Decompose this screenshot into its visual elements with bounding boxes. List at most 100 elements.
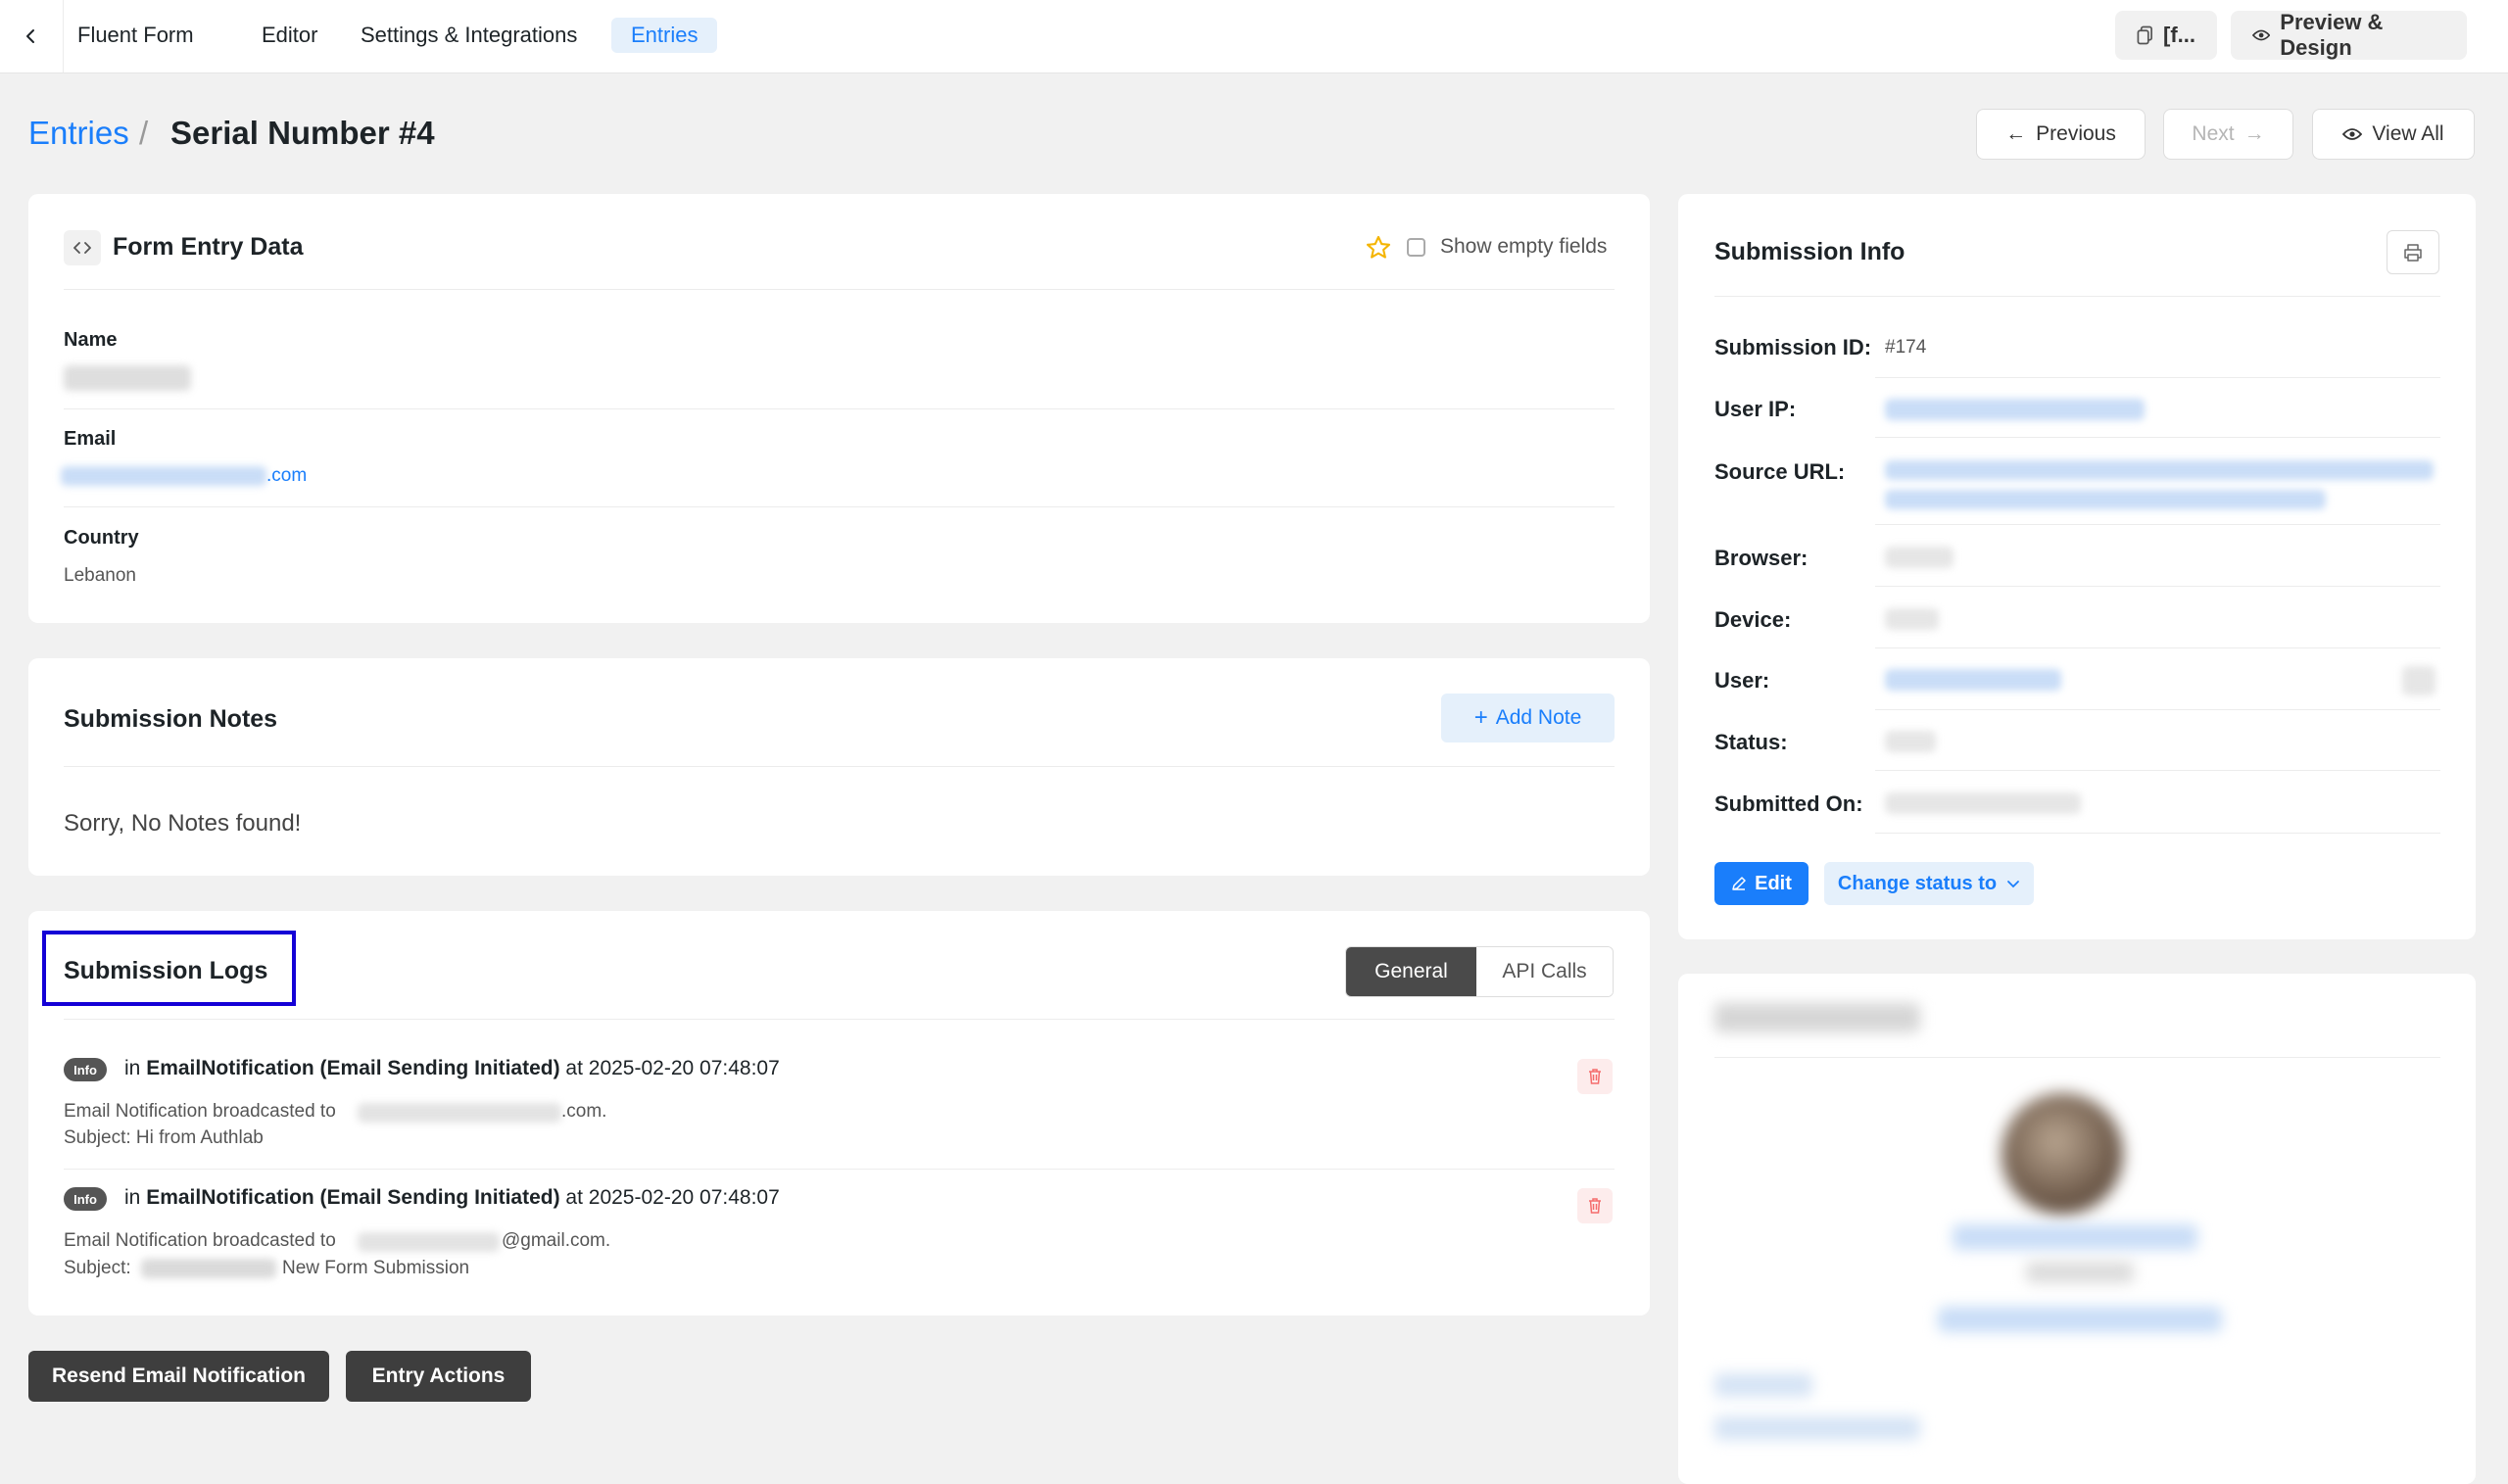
app-title: Fluent Form [77, 23, 194, 47]
divider [64, 289, 1615, 290]
log-timestamp: at 2025-02-20 07:48:07 [565, 1057, 780, 1079]
breadcrumb-separator: / [139, 115, 149, 151]
recipient-redacted [358, 1103, 561, 1123]
submitter-links-redacted[interactable] [1938, 1307, 2222, 1332]
log-prefix: in [124, 1186, 141, 1209]
trash-icon [1589, 1069, 1601, 1084]
submitter-meta-redacted[interactable] [1714, 1373, 1812, 1397]
user-ip-redacted[interactable] [1885, 399, 2145, 420]
submission-logs-title: Submission Logs [64, 957, 268, 984]
divider [1875, 437, 2440, 438]
change-status-dropdown[interactable]: Change status to [1824, 862, 2034, 905]
divider [64, 506, 1615, 507]
divider [1875, 524, 2440, 525]
divider [1875, 647, 2440, 648]
email-value-redacted [61, 466, 266, 486]
submitter-role-redacted [2026, 1262, 2134, 1283]
source-url-redacted[interactable] [1885, 460, 2434, 480]
log-subject: Subject: Hi from Authlab [64, 1127, 264, 1148]
eye-icon [2342, 128, 2363, 140]
chevron-down-icon [2007, 881, 2020, 888]
user-action-redacted[interactable] [2402, 666, 2436, 695]
code-icon [64, 230, 101, 265]
breadcrumb-entries-link[interactable]: Entries [28, 115, 129, 152]
divider [1875, 770, 2440, 771]
resend-email-notification-button[interactable]: Resend Email Notification [28, 1351, 329, 1402]
previous-label: Previous [2036, 122, 2116, 145]
log-subject-suffix: New Form Submission [282, 1258, 470, 1278]
divider [1875, 586, 2440, 587]
tab-general[interactable]: General [1346, 947, 1476, 996]
chevron-left-icon [26, 29, 34, 43]
submission-info-title: Submission Info [1714, 238, 1905, 265]
email-value[interactable]: .com [266, 465, 307, 487]
log-badge-info: Info [64, 1187, 107, 1211]
tab-api-calls[interactable]: API Calls [1476, 947, 1613, 996]
field-label-name: Name [64, 329, 118, 351]
device-redacted [1885, 608, 1939, 630]
field-label-email: Email [64, 428, 117, 450]
arrow-left-icon: ← [2005, 122, 2027, 145]
submitter-name-redacted[interactable] [1953, 1224, 2197, 1250]
edit-button[interactable]: Edit [1714, 862, 1809, 905]
avatar [2002, 1093, 2123, 1215]
submitter-title-redacted [1714, 1003, 1920, 1032]
show-empty-fields-checkbox[interactable] [1407, 238, 1425, 257]
name-value-redacted [64, 365, 191, 391]
log-line-suffix: @gmail.com. [502, 1230, 611, 1251]
submitter-card [1678, 974, 2476, 1484]
log-source: EmailNotification (Email Sending Initiat… [146, 1186, 560, 1209]
submission-id-value: #174 [1885, 337, 1927, 358]
view-all-button[interactable]: View All [2312, 109, 2475, 160]
submission-notes-title: Submission Notes [64, 705, 278, 733]
log-line: Email Notification broadcasted to [64, 1101, 336, 1122]
change-status-label: Change status to [1837, 872, 1998, 894]
field-label-country: Country [64, 527, 139, 549]
user-redacted[interactable] [1885, 669, 2061, 691]
delete-log-button[interactable] [1577, 1188, 1613, 1223]
divider [64, 408, 1615, 409]
arrow-right-icon: → [2243, 122, 2265, 145]
back-button[interactable] [0, 0, 64, 72]
form-entry-data-title: Form Entry Data [113, 233, 304, 261]
divider [1714, 296, 2440, 297]
printer-icon [2404, 243, 2422, 262]
submitter-meta-redacted[interactable] [1714, 1416, 1920, 1440]
divider [1875, 377, 2440, 378]
copy-icon [2137, 25, 2152, 45]
view-all-label: View All [2372, 122, 2444, 145]
device-label: Device: [1714, 607, 1792, 632]
log-source: EmailNotification (Email Sending Initiat… [146, 1057, 560, 1079]
shortcode-button[interactable]: [f... [2115, 11, 2217, 60]
shortcode-label: [f... [2163, 23, 2195, 47]
preview-design-button[interactable]: Preview & Design [2231, 10, 2467, 60]
subject-redacted [141, 1259, 276, 1278]
print-button[interactable] [2387, 230, 2439, 274]
show-empty-fields-label[interactable]: Show empty fields [1440, 235, 1607, 259]
no-notes-text: Sorry, No Notes found! [64, 810, 302, 837]
tab-settings-integrations[interactable]: Settings & Integrations [341, 18, 597, 53]
delete-log-button[interactable] [1577, 1059, 1613, 1094]
entry-actions-button[interactable]: Entry Actions [346, 1351, 531, 1402]
page-title: Serial Number #4 [170, 115, 435, 151]
country-value: Lebanon [64, 565, 136, 586]
submitted-on-label: Submitted On: [1714, 791, 1863, 816]
status-label: Status: [1714, 730, 1788, 754]
log-heading: in EmailNotification (Email Sending Init… [124, 1057, 780, 1080]
browser-redacted [1885, 547, 1953, 568]
source-url-label: Source URL: [1714, 459, 1846, 484]
tab-entries[interactable]: Entries [611, 18, 718, 53]
plus-icon: + [1473, 704, 1488, 731]
add-note-button[interactable]: + Add Note [1441, 694, 1615, 742]
source-url-redacted[interactable] [1885, 490, 2326, 509]
previous-button[interactable]: ← Previous [1976, 109, 2146, 160]
tab-editor[interactable]: Editor [242, 18, 337, 53]
status-redacted [1885, 731, 1936, 752]
star-icon[interactable] [1365, 234, 1392, 266]
add-note-label: Add Note [1495, 706, 1582, 729]
recipient-redacted [358, 1232, 500, 1252]
divider [1875, 709, 2440, 710]
log-subject-prefix: Subject: [64, 1258, 131, 1278]
next-button[interactable]: Next → [2163, 109, 2293, 160]
submission-notes-card [28, 658, 1650, 876]
